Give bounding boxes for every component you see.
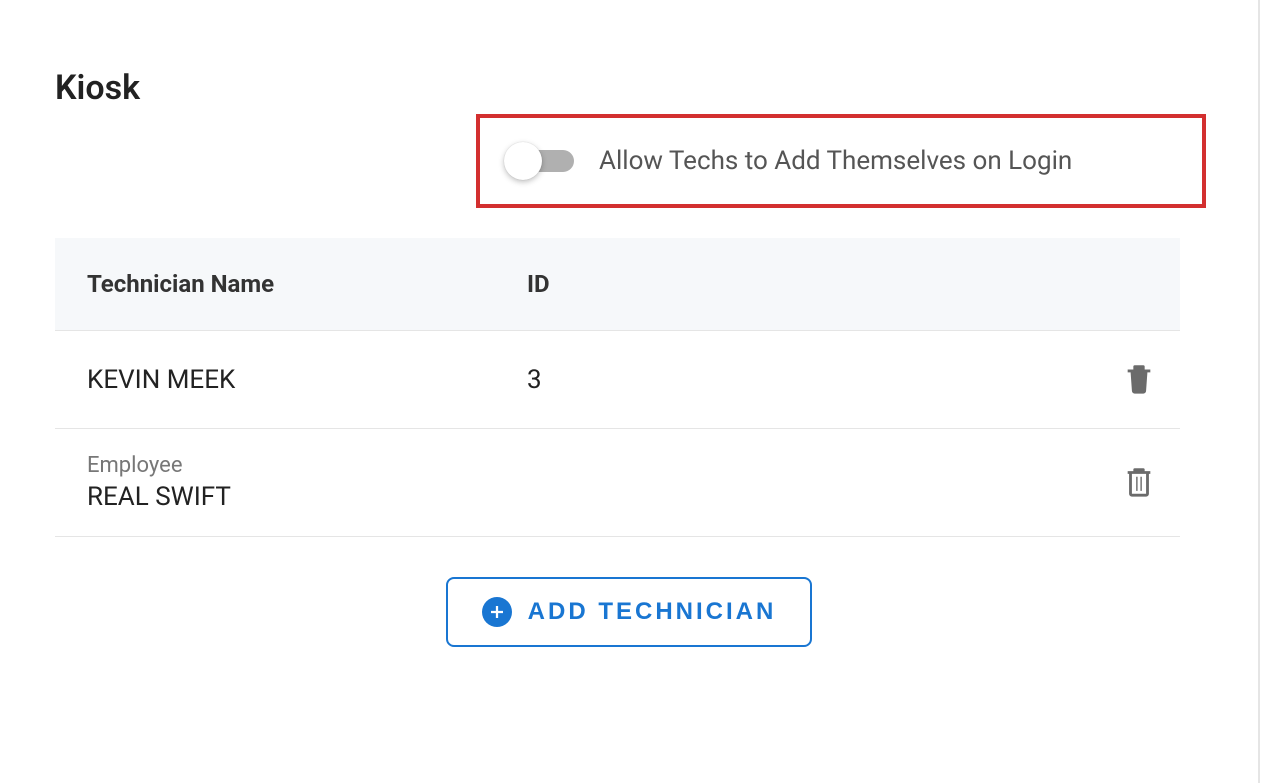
add-button-container: ADD TECHNICIAN: [0, 577, 1258, 647]
toggle-thumb: [504, 142, 542, 180]
delete-row-button[interactable]: [1096, 462, 1156, 504]
column-header-id: ID: [527, 270, 550, 298]
allow-techs-toggle[interactable]: [504, 143, 579, 179]
trash-icon: [1122, 462, 1156, 504]
table-header: Technician Name ID: [55, 238, 1180, 331]
kiosk-panel: Kiosk Allow Techs to Add Themselves on L…: [0, 0, 1260, 783]
table-row: Employee REAL SWIFT: [55, 429, 1180, 537]
technician-table: Technician Name ID KEVIN MEEK 3 Employee…: [55, 238, 1180, 537]
technician-sublabel: Employee: [87, 453, 527, 478]
delete-row-button[interactable]: [1096, 359, 1156, 401]
add-technician-label: ADD TECHNICIAN: [528, 598, 777, 626]
add-technician-button[interactable]: ADD TECHNICIAN: [446, 577, 813, 647]
table-row: KEVIN MEEK 3: [55, 331, 1180, 429]
trash-icon: [1122, 359, 1156, 401]
plus-icon: [482, 597, 512, 627]
allow-techs-toggle-highlight: Allow Techs to Add Themselves on Login: [476, 114, 1206, 208]
row-name-cell: Employee REAL SWIFT: [87, 429, 527, 536]
allow-techs-toggle-label: Allow Techs to Add Themselves on Login: [599, 146, 1072, 176]
column-header-name: Technician Name: [87, 270, 527, 298]
page-title: Kiosk: [0, 0, 1258, 108]
technician-name: REAL SWIFT: [87, 482, 527, 512]
row-name-cell: KEVIN MEEK: [87, 341, 527, 419]
technician-id: 3: [527, 365, 1096, 395]
technician-name: KEVIN MEEK: [87, 365, 527, 395]
